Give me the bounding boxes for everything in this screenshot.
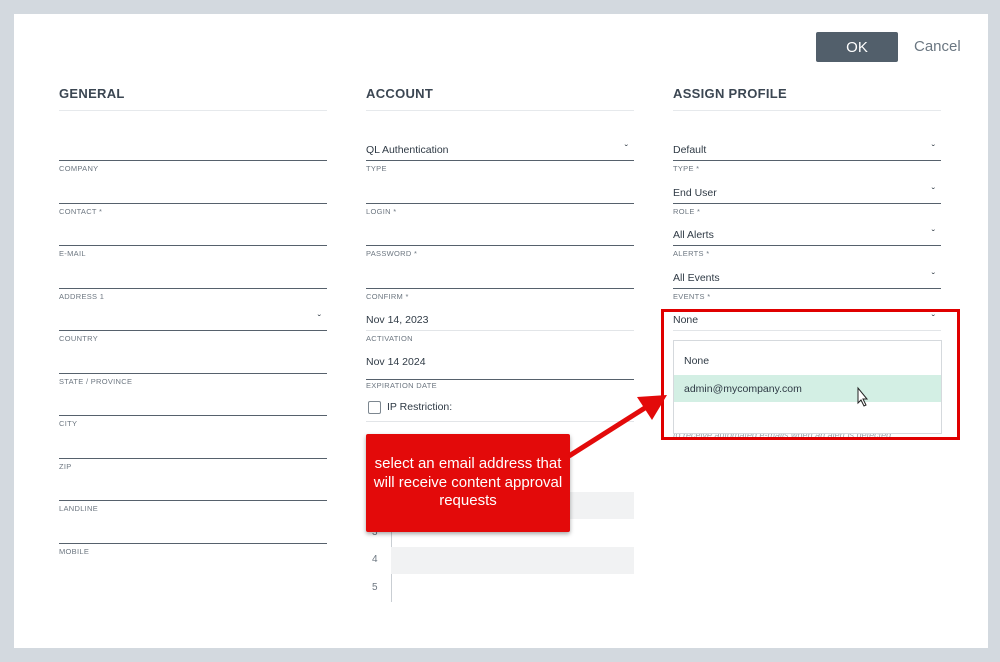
- mouse-cursor-icon: [857, 386, 869, 407]
- arrow-icon: [567, 395, 667, 459]
- annotation-overlay: [567, 386, 869, 459]
